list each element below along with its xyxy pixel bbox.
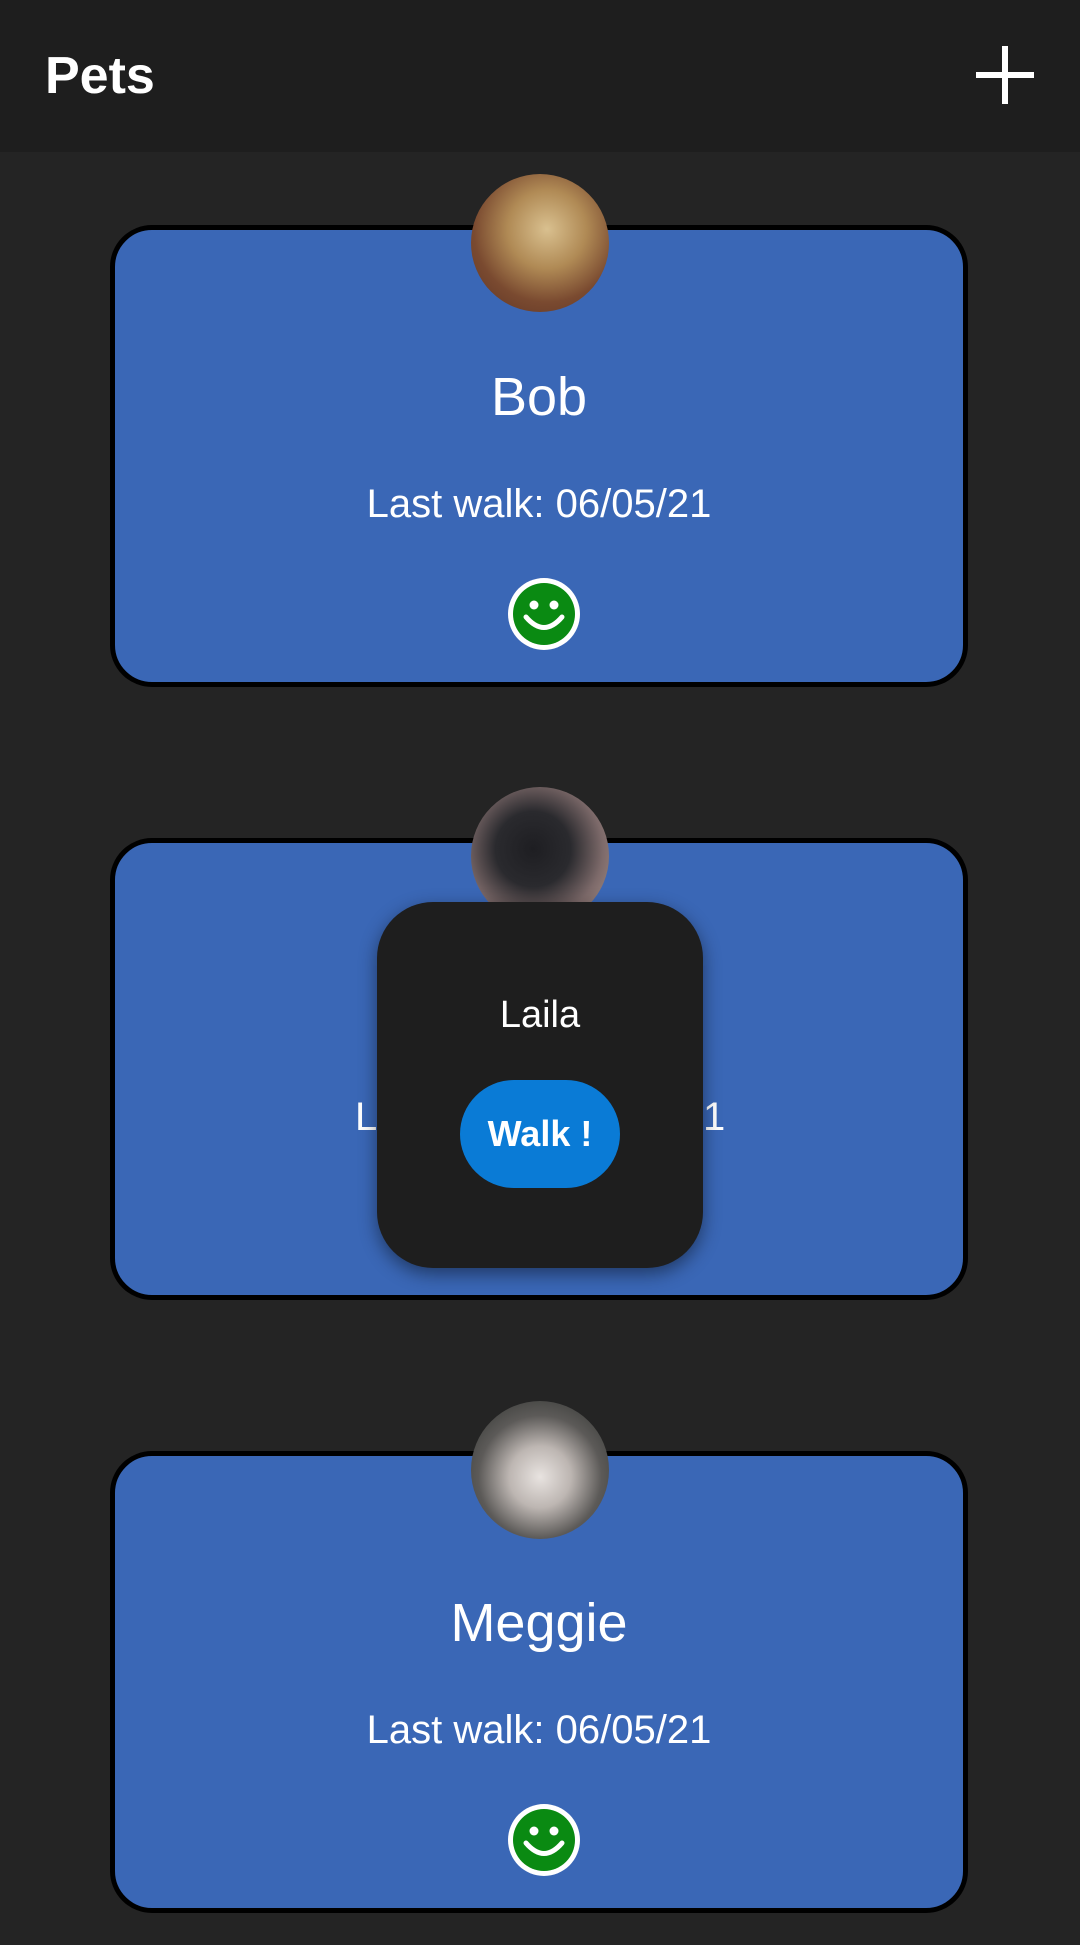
pet-name: Bob bbox=[490, 367, 588, 427]
page-title: Pets bbox=[45, 47, 155, 105]
pet-avatar-bob[interactable] bbox=[471, 174, 609, 312]
popup-pet-name: Laila bbox=[499, 994, 581, 1036]
pet-avatar-meggie[interactable] bbox=[471, 1401, 609, 1539]
walk-popup: Laila Walk ! bbox=[377, 902, 703, 1268]
last-walk-visible-left: L bbox=[355, 1095, 378, 1139]
smiley-face-icon bbox=[508, 1804, 580, 1876]
pets-screen: Pets Bob Last walk: 06/05/21 L 1 Meggie … bbox=[0, 0, 1080, 1945]
last-walk-text: Last walk: 06/05/21 bbox=[366, 1708, 712, 1752]
last-walk-visible-right: 1 bbox=[703, 1095, 726, 1139]
walk-button[interactable]: Walk ! bbox=[460, 1080, 620, 1188]
smiley-face-icon bbox=[508, 578, 580, 650]
last-walk-text: Last walk: 06/05/21 bbox=[366, 482, 712, 526]
app-bar: Pets bbox=[0, 0, 1080, 152]
pet-name: Meggie bbox=[450, 1593, 628, 1653]
add-pet-button[interactable] bbox=[970, 40, 1040, 110]
